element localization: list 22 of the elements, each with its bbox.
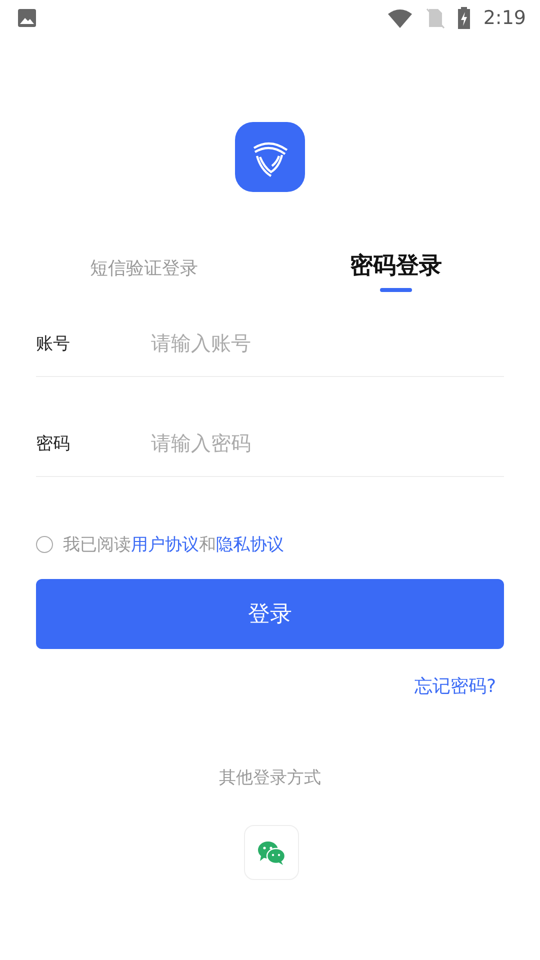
agreement-text: 我已阅读用户协议和隐私协议	[63, 534, 284, 556]
image-icon	[17, 8, 37, 28]
wifi-icon	[387, 8, 414, 28]
input-field[interactable]: 请输入密码	[151, 431, 504, 455]
agreement-link[interactable]: 隐私协议	[216, 534, 284, 554]
field-label: 密码	[36, 432, 71, 454]
tab-indicator	[380, 288, 412, 292]
app-logo-icon	[235, 122, 305, 192]
field-label: 账号	[36, 332, 71, 354]
other-login-label: 其他登录方式	[219, 767, 321, 789]
battery-charging-icon	[457, 7, 472, 29]
agreement-link[interactable]: 用户协议	[131, 534, 199, 554]
forgot-password-link[interactable]: 忘记密码?	[414, 674, 496, 698]
login-tab[interactable]: 短信验证登录	[90, 255, 198, 283]
chat-bubbles-icon	[257, 840, 285, 864]
wechat-login-button[interactable]	[244, 825, 298, 880]
input-field[interactable]: 请输入账号	[151, 331, 504, 355]
login-tab[interactable]: 密码登录	[350, 252, 442, 280]
login-button[interactable]: 登录	[36, 579, 504, 649]
agree-checkbox[interactable]	[36, 536, 53, 552]
no-sim-icon	[425, 7, 446, 29]
clock-time: 2:19	[483, 7, 526, 29]
